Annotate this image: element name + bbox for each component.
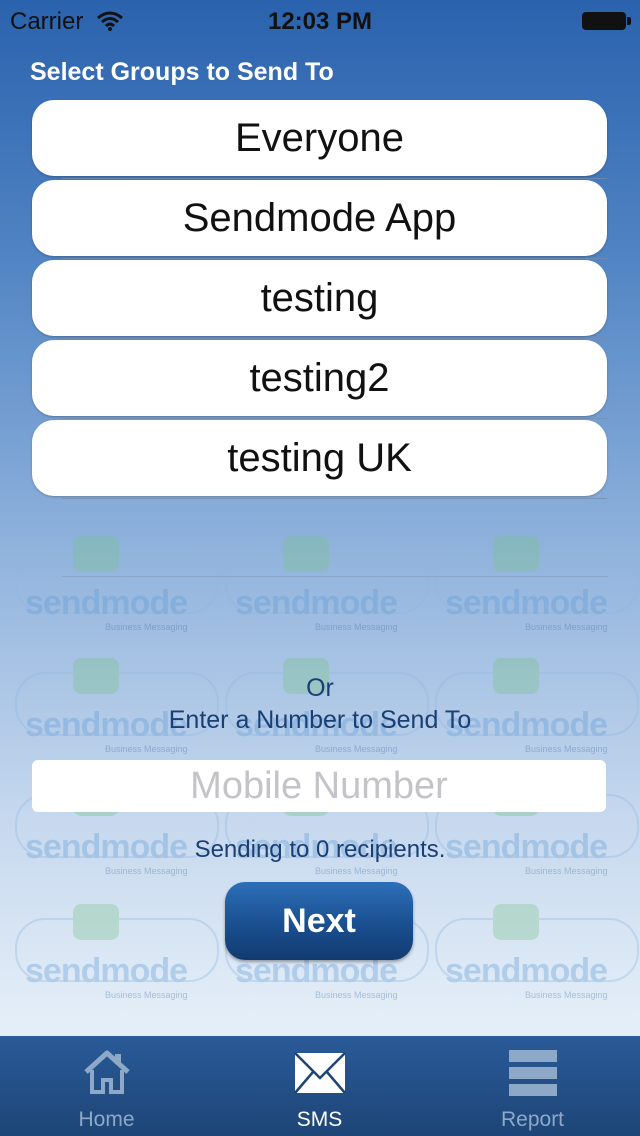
groups-title: Select Groups to Send To xyxy=(30,58,334,86)
group-button-testing[interactable]: testing xyxy=(32,260,607,339)
tab-sms-label: SMS xyxy=(296,1108,343,1131)
tab-home[interactable]: Home xyxy=(0,1036,213,1136)
group-button-testing2[interactable]: testing2 xyxy=(32,340,607,419)
watermark-logo: sendmode Business Messaging xyxy=(225,530,429,650)
status-time: 12:03 PM xyxy=(267,8,373,35)
tab-report-label: Report xyxy=(500,1108,565,1131)
watermark-logo: sendmode Business Messaging xyxy=(435,898,639,1018)
home-icon xyxy=(83,1050,130,1094)
watermark-logo: sendmode Business Messaging xyxy=(15,530,219,650)
battery-icon xyxy=(582,12,631,30)
envelope-icon xyxy=(293,1052,346,1094)
mobile-number-input[interactable] xyxy=(32,760,606,812)
tab-bar: Home SMS Report xyxy=(0,1036,640,1136)
next-button[interactable]: Next xyxy=(225,882,413,960)
watermark-logo: sendmode Business Messaging xyxy=(15,898,219,1018)
tab-home-label: Home xyxy=(78,1108,135,1131)
group-button-sendmode-app[interactable]: Sendmode App xyxy=(32,180,607,259)
tab-sms[interactable]: SMS xyxy=(213,1036,426,1136)
group-list: Everyone Sendmode App testing testing2 t… xyxy=(32,100,607,500)
report-icon xyxy=(508,1050,557,1096)
enter-number-label: Enter a Number to Send To xyxy=(168,706,472,734)
tab-report[interactable]: Report xyxy=(426,1036,639,1136)
recipients-count: Sending to 0 recipients. xyxy=(194,836,446,863)
watermark-logo: sendmode Business Messaging xyxy=(435,530,639,650)
status-bar: Carrier 12:03 PM xyxy=(0,0,640,40)
list-divider xyxy=(62,576,608,577)
group-button-everyone[interactable]: Everyone xyxy=(32,100,607,179)
group-button-testing-uk[interactable]: testing UK xyxy=(32,420,607,499)
or-label: Or xyxy=(306,674,334,702)
